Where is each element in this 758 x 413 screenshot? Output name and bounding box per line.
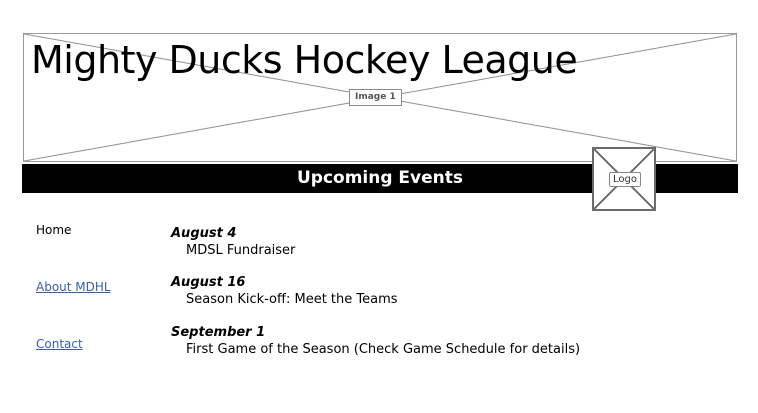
event-item: August 16 Season Kick-off: Meet the Team… <box>171 274 398 308</box>
image-label: Image 1 <box>349 89 402 106</box>
event-date: August 16 <box>171 275 246 290</box>
logo-label: Logo <box>609 172 641 187</box>
event-date: August 4 <box>171 226 237 241</box>
event-date: September 1 <box>171 325 266 340</box>
event-item: August 4 MDSL Fundraiser <box>171 225 295 259</box>
site-title: Mighty Ducks Hockey League <box>31 38 578 82</box>
logo-placeholder: Logo <box>592 147 656 211</box>
event-description: First Game of the Season (Check Game Sch… <box>186 342 581 357</box>
nav-about-link[interactable]: About MDHL <box>36 279 111 295</box>
header-image-placeholder: Image 1 Mighty Ducks Hockey League <box>23 33 737 162</box>
event-description: MDSL Fundraiser <box>186 243 296 258</box>
nav-contact-link[interactable]: Contact <box>36 336 83 352</box>
nav-home[interactable]: Home <box>36 222 71 238</box>
page: Image 1 Mighty Ducks Hockey League Upcom… <box>0 0 758 413</box>
event-item: September 1 First Game of the Season (Ch… <box>171 324 580 358</box>
event-description: Season Kick-off: Meet the Teams <box>186 292 398 307</box>
